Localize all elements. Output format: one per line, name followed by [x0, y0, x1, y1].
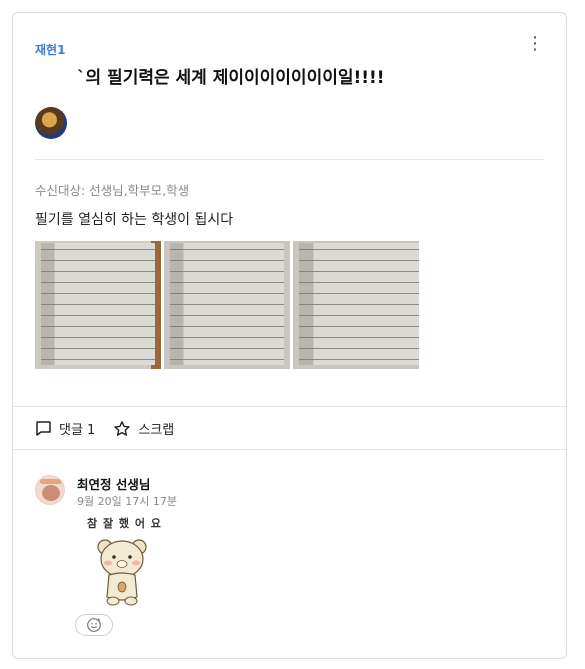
photo-gallery: [35, 241, 419, 369]
divider: [13, 449, 566, 450]
photo-thumbnail-2[interactable]: [164, 241, 290, 369]
star-icon: [114, 420, 131, 436]
comment-author-avatar[interactable]: [35, 475, 65, 505]
recipients-text: 수신대상: 선생님,학부모,학생: [35, 183, 190, 198]
divider: [13, 406, 566, 407]
post-author[interactable]: 재현1: [35, 41, 65, 58]
photo-thumbnail-3[interactable]: [293, 241, 419, 369]
comment-icon: [36, 421, 51, 436]
more-options-icon[interactable]: ⋮: [526, 35, 544, 53]
scrap-label: 스크랩: [138, 423, 175, 438]
avatar[interactable]: [35, 107, 67, 139]
bear-icon: [97, 539, 147, 606]
comment-timestamp: 9월 20일 17시 17분: [77, 495, 177, 508]
bear-sticker: 참 잘 했 어 요: [81, 515, 165, 607]
photo-thumbnail-1[interactable]: [35, 241, 161, 369]
comment-button[interactable]: 댓글 1: [35, 419, 95, 438]
add-reaction-button[interactable]: [75, 614, 113, 636]
post-title: `의 필기력은 세계 제이이이이이이이일!!!!: [77, 68, 385, 88]
post-actions: 댓글 1 스크랩: [35, 419, 174, 438]
comment-count-label: 댓글 1: [59, 423, 96, 438]
post-body: 필기를 열심히 하는 학생이 됩시다: [35, 212, 234, 228]
smiley-icon: [87, 618, 101, 632]
post-card: 재현1 ⋮ `의 필기력은 세계 제이이이이이이이일!!!! 수신대상: 선생님…: [12, 12, 567, 659]
divider: [35, 159, 544, 160]
scrap-button[interactable]: 스크랩: [113, 419, 174, 438]
comment-author[interactable]: 최연정 선생님: [77, 474, 150, 493]
